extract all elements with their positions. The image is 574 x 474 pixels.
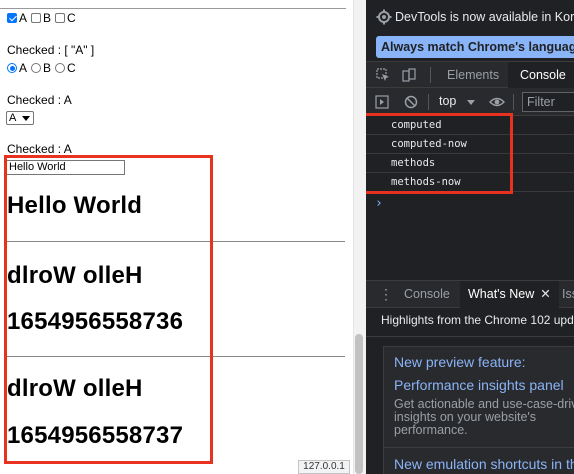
divider [366, 336, 574, 337]
divider [430, 67, 431, 83]
chevron-down-icon [22, 116, 30, 121]
language-banner: DevTools is now available in Korean Alwa… [366, 0, 574, 62]
close-icon[interactable]: ✕ [540, 287, 550, 301]
checkbox-group: A B C [7, 11, 80, 25]
method-now: 1654956558737 [7, 422, 184, 449]
message-output: Hello World [7, 192, 143, 219]
message-input[interactable]: Hello World [6, 160, 125, 175]
context-selector[interactable]: top [439, 94, 456, 108]
sidebar-toggle-icon[interactable] [375, 95, 389, 109]
filter-input[interactable]: Filter [522, 92, 574, 112]
more-options-icon[interactable]: ⋮ [379, 287, 393, 301]
checked-array-text: Checked : [ "A" ] [7, 43, 95, 57]
tab-elements[interactable]: Elements [447, 62, 499, 88]
console-toolbar: top Filter [366, 88, 574, 116]
radio-a[interactable] [7, 63, 17, 73]
console-prompt[interactable]: › [375, 196, 383, 211]
drawer-tab-label: What's New [468, 287, 535, 301]
console-log-line: methods-now [366, 173, 574, 192]
eye-icon[interactable] [489, 95, 505, 109]
banner-message: DevTools is now available in Korean [395, 10, 574, 24]
drawer-tab-issues[interactable]: Iss [562, 281, 574, 309]
inspect-element-icon[interactable] [376, 68, 390, 82]
checkbox-c[interactable] [55, 13, 66, 23]
option-select-value: A [9, 112, 17, 124]
card-title[interactable]: New emulation shortcuts in the Elements … [394, 456, 574, 472]
console-log-line: methods [366, 154, 574, 173]
status-url: 127.0.0.1 [298, 460, 350, 474]
radio-c[interactable] [55, 63, 66, 73]
radio-c-label: C [67, 61, 76, 75]
console-log-line: computed-now [366, 135, 574, 154]
card-link[interactable]: Performance insights panel [394, 377, 564, 393]
match-language-button[interactable]: Always match Chrome's language [376, 36, 574, 58]
option-select[interactable]: A [6, 111, 34, 125]
page-scrollbar-thumb[interactable] [355, 334, 363, 474]
radio-group: A B C [7, 61, 80, 75]
feature-card[interactable]: New emulation shortcuts in the Elements … [383, 447, 574, 474]
reversed-method: dlroW olleH [7, 375, 143, 402]
vue-demo-page: A B C Checked : [ "A" ] A B C Checked : … [0, 0, 346, 474]
gear-icon [376, 9, 392, 25]
divider [5, 241, 345, 242]
highlights-heading: Highlights from the Chrome 102 update [381, 313, 574, 327]
checked-select-text: Checked : A [7, 142, 72, 156]
devtools-panel: DevTools is now available in Korean Alwa… [366, 0, 574, 474]
checked-radio-text: Checked : A [7, 93, 72, 107]
checkbox-b[interactable] [31, 13, 42, 23]
card-title[interactable]: New preview feature: [394, 354, 526, 370]
radio-a-label: A [19, 61, 28, 75]
divider [428, 94, 429, 110]
console-log-line: computed [366, 116, 574, 135]
reversed-computed: dlroW olleH [7, 262, 143, 289]
divider [0, 8, 346, 9]
divider [5, 356, 345, 357]
radio-b[interactable] [31, 63, 42, 73]
checkbox-c-label: C [67, 11, 76, 25]
computed-now: 1654956558736 [7, 308, 184, 335]
drawer-tab-whats-new[interactable]: What's New ✕ [460, 281, 559, 309]
divider [513, 94, 514, 110]
drawer-tabbar: ⋮ Console What's New ✕ Iss [366, 280, 574, 309]
tab-console[interactable]: Console [508, 62, 574, 88]
card-description-line: performance. [394, 423, 468, 437]
devtools-tabbar: Elements Console [366, 62, 574, 88]
radio-b-label: B [43, 61, 52, 75]
console-output: computed computed-now methods methods-no… [366, 116, 574, 192]
clear-console-icon[interactable] [404, 95, 418, 109]
checkbox-b-label: B [43, 11, 52, 25]
drawer-tab-console[interactable]: Console [404, 281, 450, 309]
checkbox-a[interactable] [7, 13, 17, 23]
device-toolbar-icon[interactable] [402, 68, 416, 82]
feature-card[interactable]: New preview feature: Performance insight… [383, 346, 574, 448]
card-description: Get actionable and use-case-driven insig… [394, 398, 574, 437]
checkbox-a-label: A [19, 11, 28, 25]
chevron-down-icon [467, 100, 475, 105]
